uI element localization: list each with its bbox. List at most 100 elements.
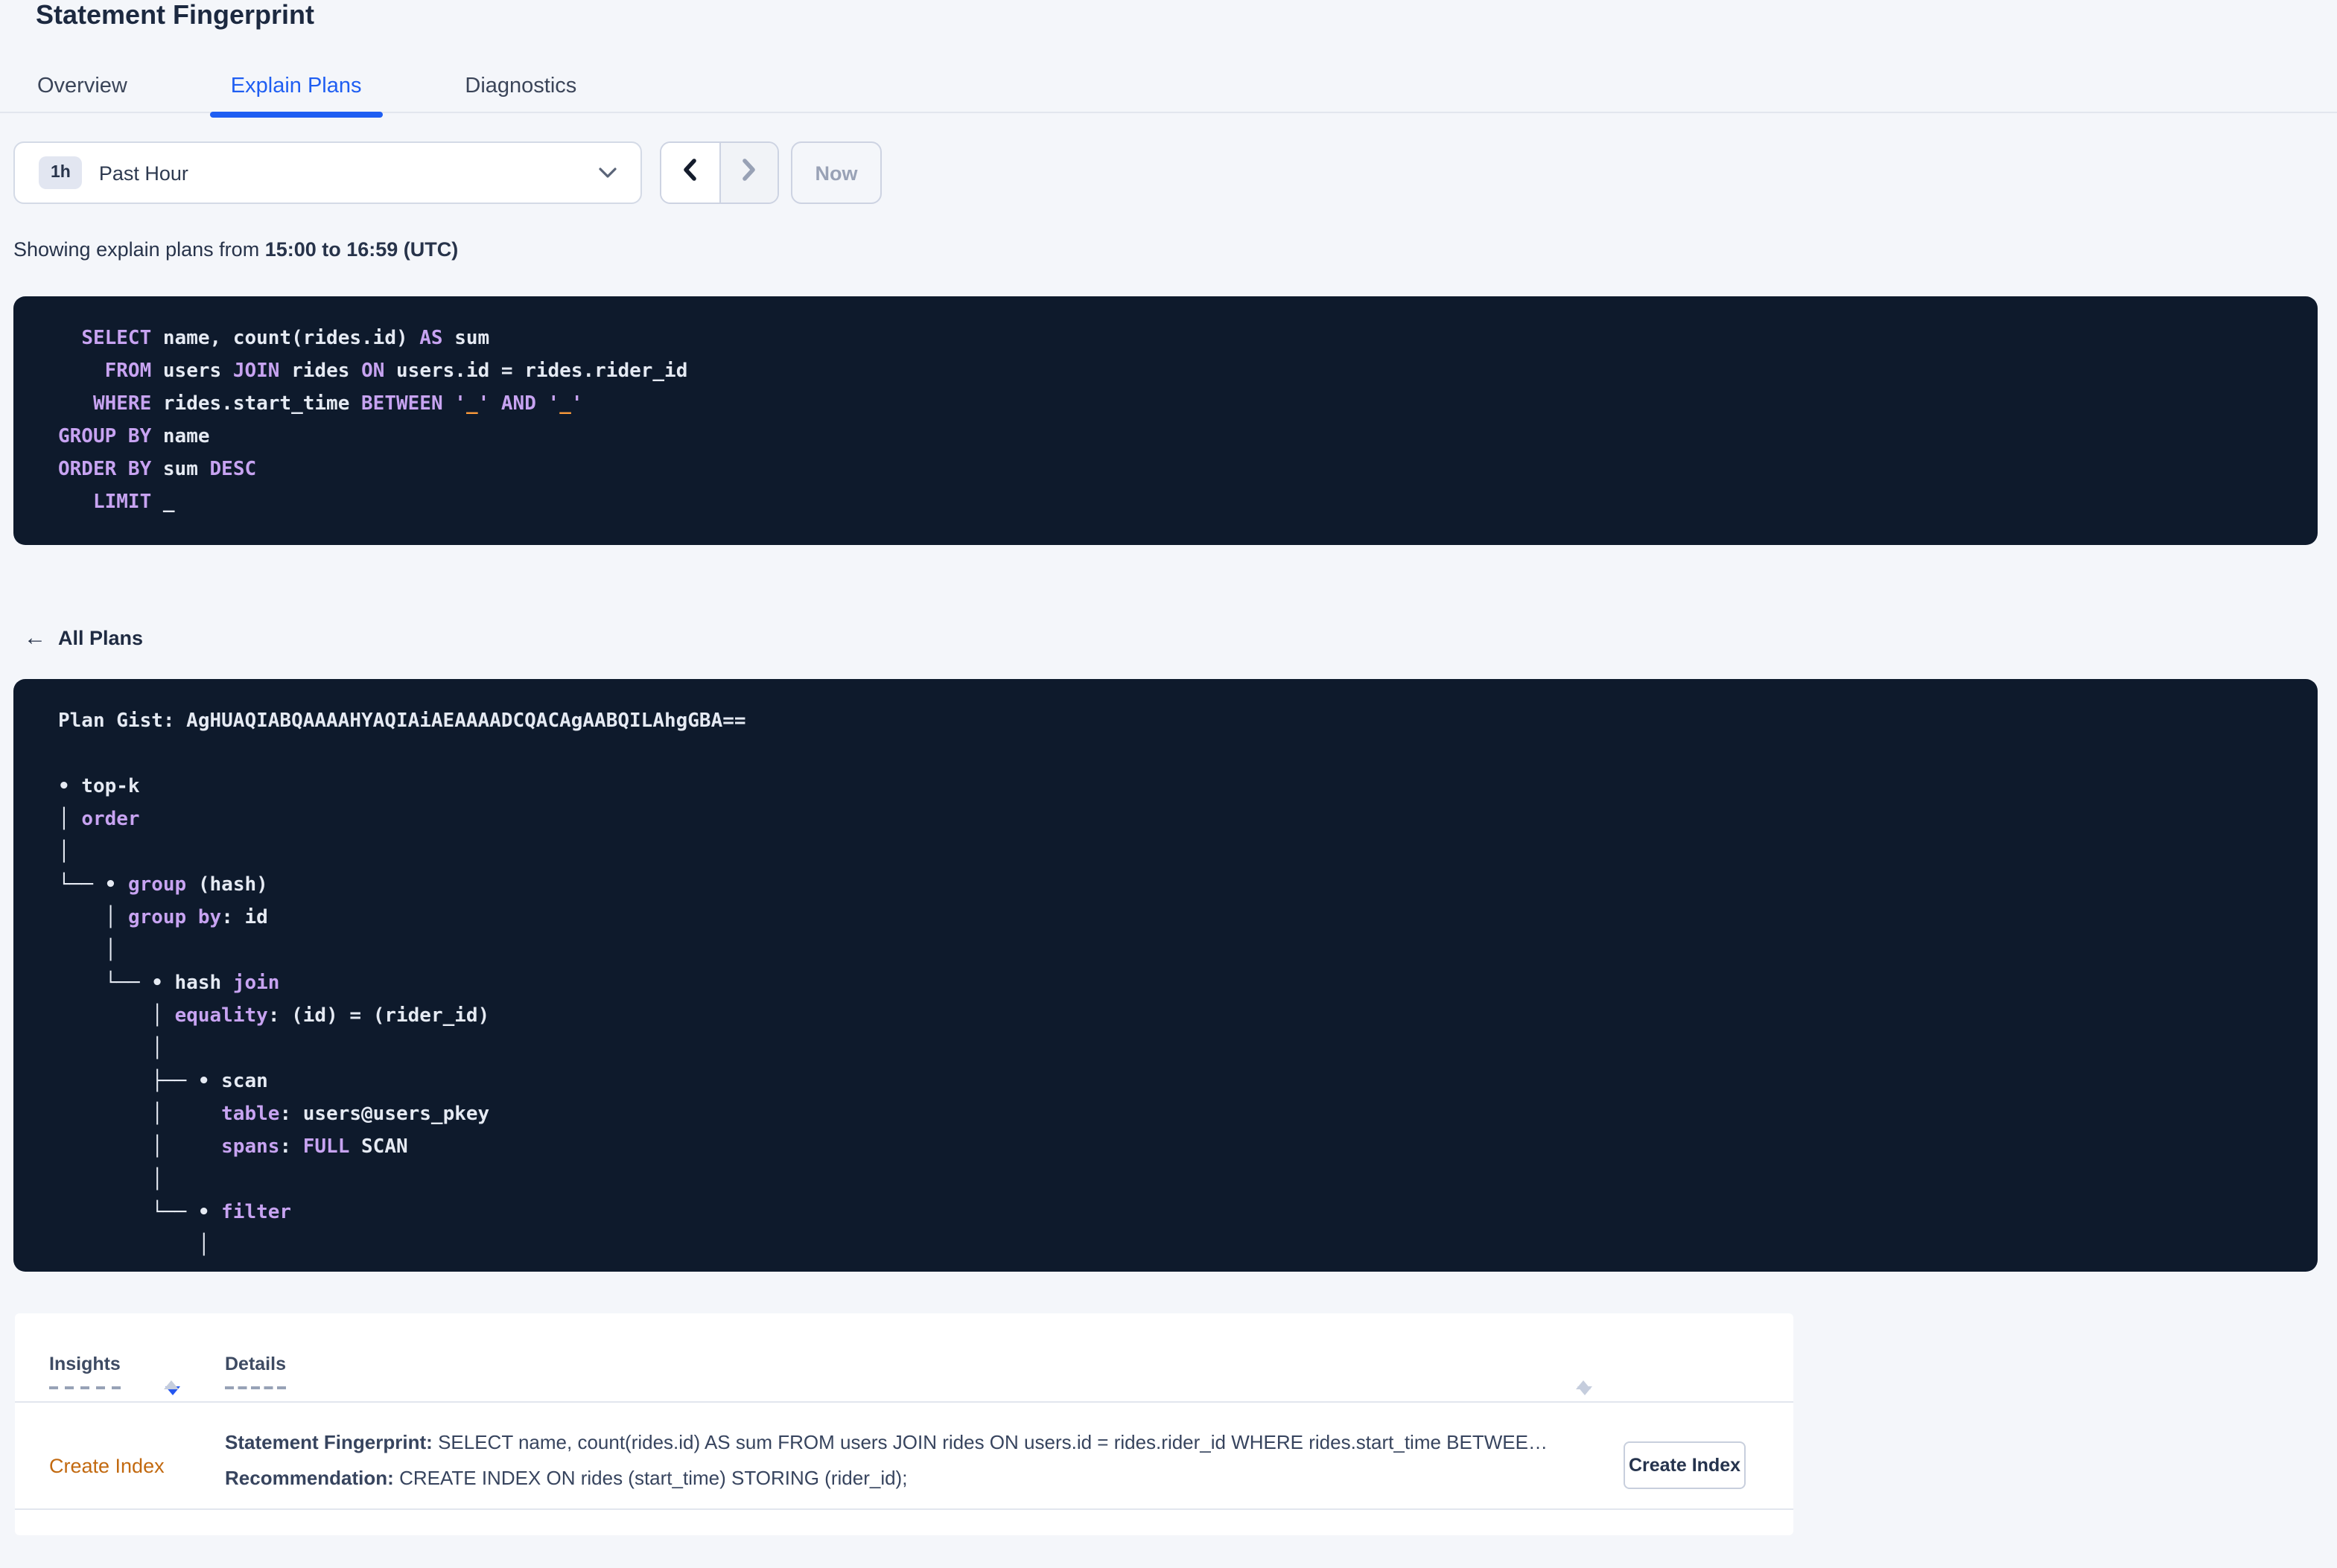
code-line: │ group by: id bbox=[58, 902, 2288, 935]
recommendation-label: Recommendation: bbox=[225, 1467, 394, 1489]
code-token: LIMIT bbox=[92, 491, 152, 514]
now-button[interactable]: Now bbox=[791, 141, 882, 204]
tab-diagnostics[interactable]: Diagnostics bbox=[444, 58, 597, 115]
code-token: │ bbox=[58, 1136, 222, 1159]
plan-gist-line: Plan Gist: AgHUAQIABQAAAAHYAQIAiAEAAAADC… bbox=[58, 710, 746, 733]
code-line: └── • group (hash) bbox=[58, 870, 2288, 902]
time-range-dropdown[interactable]: 1h Past Hour bbox=[13, 141, 642, 204]
code-token: equality bbox=[174, 1005, 268, 1027]
insights-table: Insights Details Create Index Statement … bbox=[15, 1313, 1793, 1535]
code-token: FULL bbox=[302, 1136, 350, 1159]
next-time-button[interactable] bbox=[719, 143, 778, 203]
sort-icon-details[interactable] bbox=[1576, 1355, 1594, 1395]
code-token: group by bbox=[127, 907, 222, 929]
column-header-details[interactable]: Details bbox=[225, 1354, 286, 1389]
code-token: ' bbox=[570, 393, 583, 415]
page-title: Statement Fingerprint bbox=[36, 0, 315, 30]
code-token: ' bbox=[454, 393, 466, 415]
code-token: _ bbox=[151, 491, 175, 514]
statement-fingerprint-label: Statement Fingerprint: bbox=[225, 1431, 433, 1453]
code-token: WHERE bbox=[92, 393, 152, 415]
code-line: WHERE rides.start_time BETWEEN '_' AND '… bbox=[58, 389, 2288, 421]
sql-code: SELECT name, count(rides.id) AS sum FROM… bbox=[58, 323, 2288, 520]
code-line: │ table: users@users_pkey bbox=[58, 1099, 2288, 1132]
code-line: │ order bbox=[58, 804, 2288, 837]
statement-fingerprint-value: SELECT name, count(rides.id) AS sum FROM… bbox=[438, 1431, 1559, 1453]
code-token: DESC bbox=[209, 459, 257, 481]
code-line: │ bbox=[58, 837, 2288, 870]
code-line: │ equality: (id) = (rider_id) bbox=[58, 1001, 2288, 1033]
code-line: FROM users JOIN rides ON users.id = ride… bbox=[58, 356, 2288, 389]
code-token: └── • hash bbox=[58, 972, 233, 995]
code-line: │ spans: FULL SCAN bbox=[58, 1132, 2288, 1164]
sort-up-arrow bbox=[1576, 1355, 1591, 1389]
all-plans-label: All Plans bbox=[58, 627, 144, 649]
code-token: : users@users_pkey bbox=[279, 1103, 490, 1126]
back-arrow-icon: ← bbox=[24, 625, 46, 651]
code-token: │ bbox=[58, 1038, 163, 1060]
code-token: ON bbox=[361, 360, 385, 383]
time-pager bbox=[660, 141, 779, 204]
code-token: GROUP BY bbox=[58, 426, 152, 448]
code-token: rides.start_time bbox=[151, 393, 362, 415]
prev-time-button[interactable] bbox=[661, 143, 719, 203]
chevron-down-icon bbox=[599, 167, 617, 179]
plan-tree: • top-k │ order │ └── • group (hash) │ grou… bbox=[58, 771, 2288, 1263]
plan-gist-block: Plan Gist: AgHUAQIABQAAAAHYAQIAiAEAAAADC… bbox=[13, 679, 2318, 1272]
code-line: └── • filter bbox=[58, 1197, 2288, 1230]
column-header-insights[interactable]: Insights bbox=[49, 1354, 121, 1389]
code-token: _ bbox=[465, 393, 478, 415]
create-index-button[interactable]: Create Index bbox=[1624, 1441, 1746, 1489]
code-token: │ bbox=[58, 1234, 210, 1257]
code-line: LIMIT _ bbox=[58, 487, 2288, 520]
tab-overview[interactable]: Overview bbox=[16, 58, 148, 115]
showing-text: Showing explain plans from 15:00 to 16:5… bbox=[13, 238, 458, 261]
code-token: │ bbox=[58, 1005, 175, 1027]
code-token: AND bbox=[500, 393, 536, 415]
code-token: │ bbox=[58, 1169, 163, 1191]
code-token: BETWEEN bbox=[361, 393, 443, 415]
code-token: ORDER BY bbox=[58, 459, 152, 481]
code-token: table bbox=[221, 1103, 280, 1126]
showing-range: 15:00 to 16:59 (UTC) bbox=[264, 238, 459, 261]
code-token: filter bbox=[221, 1202, 292, 1224]
code-token: _ bbox=[559, 393, 571, 415]
sql-statement-block: SELECT name, count(rides.id) AS sum FROM… bbox=[13, 296, 2318, 545]
code-token: └── • bbox=[58, 874, 128, 896]
code-token: │ bbox=[58, 841, 70, 864]
code-token: rides bbox=[279, 360, 362, 383]
code-token: ' bbox=[477, 393, 490, 415]
code-token: name, count(rides.id) bbox=[151, 328, 420, 350]
code-token: │ bbox=[58, 1103, 222, 1126]
code-token: sum bbox=[442, 328, 490, 350]
code-line: └── • hash join bbox=[58, 968, 2288, 1001]
showing-prefix: Showing explain plans from bbox=[13, 238, 265, 261]
all-plans-link[interactable]: ← All Plans bbox=[24, 625, 143, 651]
sort-icon-insights[interactable] bbox=[164, 1355, 182, 1395]
statement-fingerprint-line: Statement Fingerprint: SELECT name, coun… bbox=[225, 1425, 1559, 1461]
code-line: │ bbox=[58, 1164, 2288, 1197]
code-token: │ bbox=[58, 809, 82, 831]
code-token: : id bbox=[221, 907, 268, 929]
code-token: order bbox=[81, 809, 140, 831]
code-line: SELECT name, count(rides.id) AS sum bbox=[58, 323, 2288, 356]
code-token: SCAN bbox=[349, 1136, 408, 1159]
code-token: FROM bbox=[104, 360, 152, 383]
code-token: : bbox=[279, 1136, 303, 1159]
chevron-right-icon bbox=[740, 157, 758, 188]
table-row-divider bbox=[15, 1508, 1793, 1510]
tab-explain-plans[interactable]: Explain Plans bbox=[209, 58, 383, 118]
tabs-bar: Overview Explain Plans Diagnostics bbox=[0, 58, 2337, 118]
insight-link-create-index[interactable]: Create Index bbox=[49, 1455, 165, 1477]
code-token: spans bbox=[221, 1136, 280, 1159]
recommendation-value: CREATE INDEX ON rides (start_time) STORI… bbox=[399, 1467, 908, 1489]
code-token: : (id) = (rider_id) bbox=[267, 1005, 490, 1027]
code-line: │ bbox=[58, 1033, 2288, 1066]
code-line: GROUP BY name bbox=[58, 421, 2288, 454]
